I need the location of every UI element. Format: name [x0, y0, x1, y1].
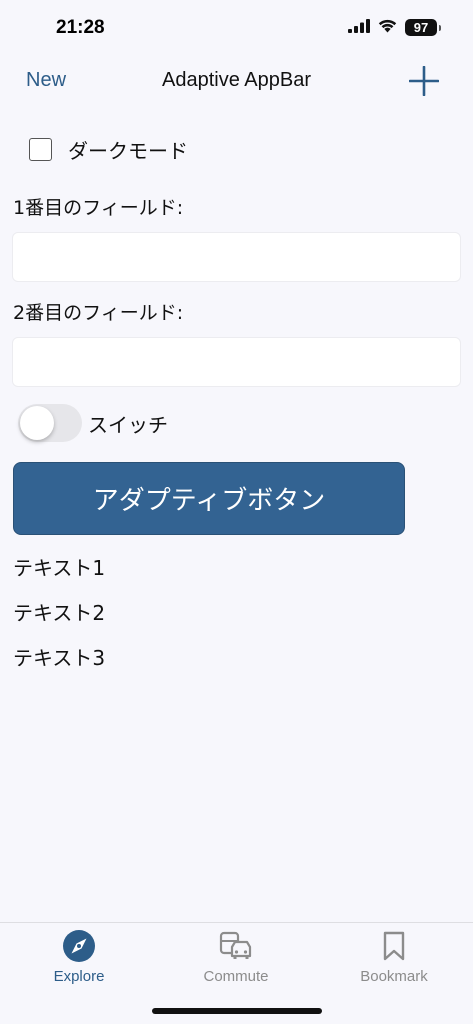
field-1-input[interactable]: [12, 232, 461, 282]
field-1-label: 1番目のフィールド:: [13, 197, 184, 219]
tab-bookmark[interactable]: Bookmark: [324, 929, 464, 985]
cellular-signal-icon: [348, 18, 370, 37]
status-icons: 97: [348, 18, 441, 37]
status-time: 21:28: [56, 17, 105, 38]
text-item-1: テキスト1: [13, 556, 106, 580]
app-bar: New Adaptive AppBar: [0, 56, 473, 106]
wifi-icon: [377, 18, 398, 37]
tab-explore[interactable]: Explore: [9, 929, 149, 985]
plus-icon[interactable]: [408, 65, 440, 97]
bookmark-icon: [324, 929, 464, 963]
text-item-2: テキスト2: [13, 601, 106, 625]
battery-indicator: 97: [405, 19, 441, 36]
dark-mode-label: ダークモード: [68, 139, 188, 163]
car-bus-icon: [166, 929, 306, 963]
text-item-3: テキスト3: [13, 646, 106, 670]
adaptive-button[interactable]: アダプティブボタン: [13, 462, 405, 535]
tab-bookmark-label: Bookmark: [360, 968, 428, 985]
switch-knob: [20, 406, 54, 440]
toggle-switch[interactable]: [18, 404, 82, 442]
dark-mode-checkbox-row[interactable]: ダークモード: [29, 135, 188, 164]
tab-commute[interactable]: Commute: [166, 929, 306, 985]
switch-label: スイッチ: [88, 412, 168, 437]
tab-commute-label: Commute: [203, 968, 269, 985]
field-2-label: 2番目のフィールド:: [13, 302, 184, 324]
switch-row[interactable]: スイッチ: [18, 404, 168, 442]
dark-mode-checkbox[interactable]: [29, 138, 52, 161]
page-title: Adaptive AppBar: [162, 69, 311, 91]
compass-icon: [9, 929, 149, 963]
tab-explore-label: Explore: [53, 968, 105, 985]
home-indicator[interactable]: [152, 1008, 322, 1014]
field-2-input[interactable]: [12, 337, 461, 387]
status-bar: 21:28 97: [0, 0, 473, 56]
